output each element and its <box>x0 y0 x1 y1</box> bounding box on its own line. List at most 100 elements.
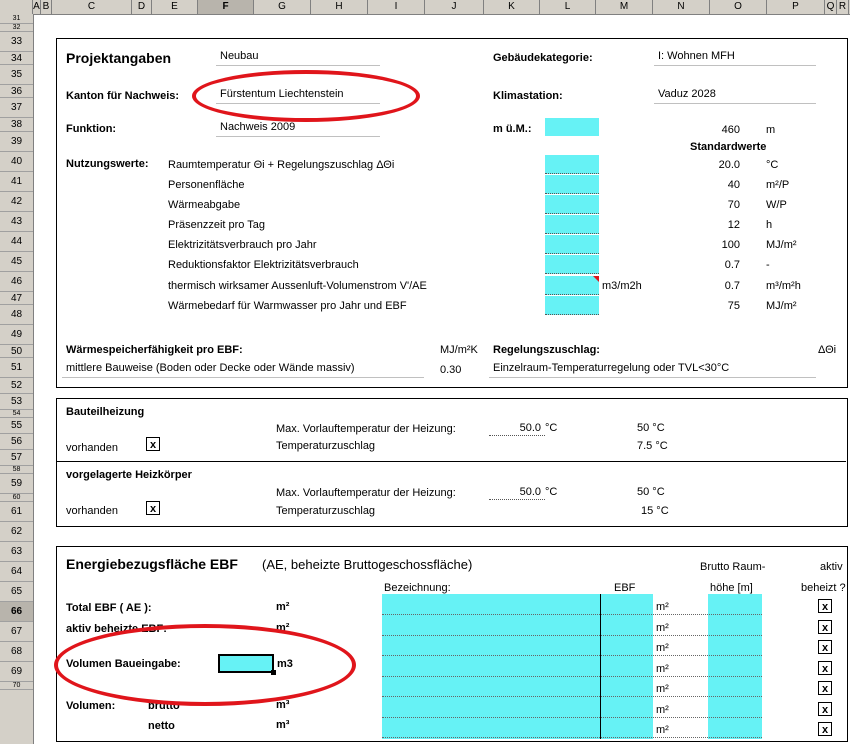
row-header[interactable]: 47 <box>0 292 33 305</box>
column-header[interactable]: C <box>52 0 132 14</box>
nutzung-row-input[interactable] <box>545 155 599 174</box>
row-header[interactable]: 41 <box>0 172 33 192</box>
comment-indicator-icon[interactable] <box>593 276 599 282</box>
ebf-row-beheizt-checkbox[interactable]: x <box>818 681 832 695</box>
ebf-row-beheizt-checkbox[interactable]: x <box>818 722 832 736</box>
row-header[interactable]: 64 <box>0 562 33 582</box>
nutzung-row-underline <box>545 193 599 194</box>
row-header[interactable]: 40 <box>0 152 33 172</box>
column-header[interactable]: P <box>767 0 825 14</box>
column-header[interactable]: O <box>710 0 767 14</box>
row-header[interactable]: 59 <box>0 474 33 494</box>
row-header[interactable]: 46 <box>0 272 33 292</box>
row-header[interactable]: 33 <box>0 32 33 52</box>
row-header[interactable]: 68 <box>0 642 33 662</box>
row-header[interactable]: 57 <box>0 450 33 466</box>
projekt-type-field[interactable]: Neubau <box>216 48 380 66</box>
ebf-row-line <box>382 634 762 636</box>
nutzung-row-input[interactable] <box>545 276 599 295</box>
column-header[interactable]: H <box>311 0 368 14</box>
nutzung-row-value: 0.7 <box>724 259 740 271</box>
row-header[interactable]: 55 <box>0 418 33 434</box>
row-header[interactable]: 50 <box>0 345 33 358</box>
waerme-label: Wärmespeicherfähigkeit pro EBF: <box>66 344 243 356</box>
row-header[interactable]: 54 <box>0 410 33 418</box>
row-header[interactable]: 52 <box>0 378 33 394</box>
row-header[interactable]: 42 <box>0 192 33 212</box>
row-header[interactable]: 62 <box>0 522 33 542</box>
column-header[interactable]: N <box>653 0 710 14</box>
row-header[interactable]: 37 <box>0 98 33 118</box>
row-header[interactable]: 56 <box>0 434 33 450</box>
column-header[interactable]: G <box>254 0 311 14</box>
nutzung-row-label: Präsenzzeit pro Tag <box>168 219 266 231</box>
row-header[interactable]: 39 <box>0 132 33 152</box>
row-header[interactable]: 31 <box>0 14 33 24</box>
ebf-row-beheizt-checkbox[interactable]: x <box>818 599 832 613</box>
row-header-bar: 31 32 33 34 35 36 37 38 39 40 41 42 43 44 45 46 47 48 49 50… <box>0 14 34 744</box>
row-header[interactable]: 58 <box>0 466 33 474</box>
column-header[interactable]: L <box>540 0 596 14</box>
row-header[interactable]: 63 <box>0 542 33 562</box>
column-header[interactable]: B <box>41 0 52 14</box>
column-header[interactable]: Q <box>825 0 837 14</box>
gebaeude-field[interactable]: I: Wohnen MFH <box>654 48 816 66</box>
select-all-corner[interactable] <box>0 0 33 14</box>
row-header[interactable]: 53 <box>0 394 33 410</box>
row-header[interactable]: 44 <box>0 232 33 252</box>
nutzung-row-input[interactable] <box>545 255 599 274</box>
nutzung-row-label: Reduktionsfaktor Elektrizitätsverbrauch <box>168 259 359 271</box>
row-header[interactable]: 43 <box>0 212 33 232</box>
row-header[interactable]: 60 <box>0 494 33 502</box>
nutzung-row-unit: W/P <box>766 199 787 211</box>
ebf-row-beheizt-checkbox[interactable]: x <box>818 619 832 634</box>
nutzung-row-input[interactable] <box>545 175 599 194</box>
nutzung-row-value: 12 <box>727 219 740 231</box>
column-header[interactable]: I <box>368 0 425 14</box>
ebf-row-beheizt-checkbox[interactable]: x <box>818 640 832 654</box>
column-header[interactable]: M <box>596 0 653 14</box>
nutzung-row-label: Raumtemperatur Θi + Regelungszuschlag ΔΘ… <box>168 159 395 171</box>
mum-value: 460 <box>721 124 740 136</box>
row-header[interactable]: 35 <box>0 65 33 85</box>
row-header[interactable]: 48 <box>0 305 33 325</box>
bauteil-max-label: Max. Vorlauftemperatur der Heizung: <box>276 423 456 435</box>
row-header[interactable]: 65 <box>0 582 33 602</box>
row-header[interactable]: 49 <box>0 325 33 345</box>
klima-field[interactable]: Vaduz 2028 <box>654 86 816 104</box>
column-header[interactable]: D <box>132 0 152 14</box>
nutzung-row-input[interactable] <box>545 235 599 254</box>
row-header[interactable]: 66 <box>0 602 33 622</box>
nutzung-row-input[interactable] <box>545 296 599 315</box>
row-header[interactable]: 38 <box>0 118 33 132</box>
mum-input[interactable] <box>545 118 599 136</box>
ebf-row-beheizt-checkbox[interactable]: x <box>818 660 832 675</box>
row-header[interactable]: 45 <box>0 252 33 272</box>
nutzung-row-value: 0.7 <box>724 280 740 292</box>
row-header[interactable]: 51 <box>0 358 33 378</box>
heizkoerper-checkbox[interactable]: x <box>146 501 160 515</box>
nutzung-row-input[interactable] <box>545 195 599 214</box>
row-header[interactable]: 61 <box>0 502 33 522</box>
nutzung-row-input[interactable] <box>545 215 599 234</box>
column-header[interactable]: E <box>152 0 198 14</box>
column-header[interactable]: A <box>33 0 41 14</box>
column-header[interactable]: K <box>484 0 540 14</box>
row-header[interactable]: 34 <box>0 52 33 65</box>
row-header[interactable]: 67 <box>0 622 33 642</box>
bauteil-max-input[interactable]: 50.0 <box>489 421 541 435</box>
ebf-row-beheizt-checkbox[interactable]: x <box>818 701 832 716</box>
nutzung-row-underline <box>545 273 599 274</box>
bauweise-field[interactable]: mittlere Bauweise (Boden oder Decke oder… <box>62 360 424 378</box>
column-header[interactable]: F <box>198 0 254 14</box>
row-header[interactable]: 36 <box>0 85 33 98</box>
heizkoerper-max-label: Max. Vorlauftemperatur der Heizung: <box>276 487 456 499</box>
heizkoerper-max-input[interactable]: 50.0 <box>489 485 541 499</box>
regel-field[interactable]: Einzelraum-Temperaturregelung oder TVL<3… <box>489 360 816 378</box>
bauteil-checkbox[interactable]: x <box>146 437 160 451</box>
row-header[interactable]: 32 <box>0 24 33 32</box>
column-header[interactable]: J <box>425 0 484 14</box>
column-header[interactable]: R <box>837 0 849 14</box>
row-header[interactable]: 69 <box>0 662 33 682</box>
row-header[interactable]: 70 <box>0 682 33 690</box>
